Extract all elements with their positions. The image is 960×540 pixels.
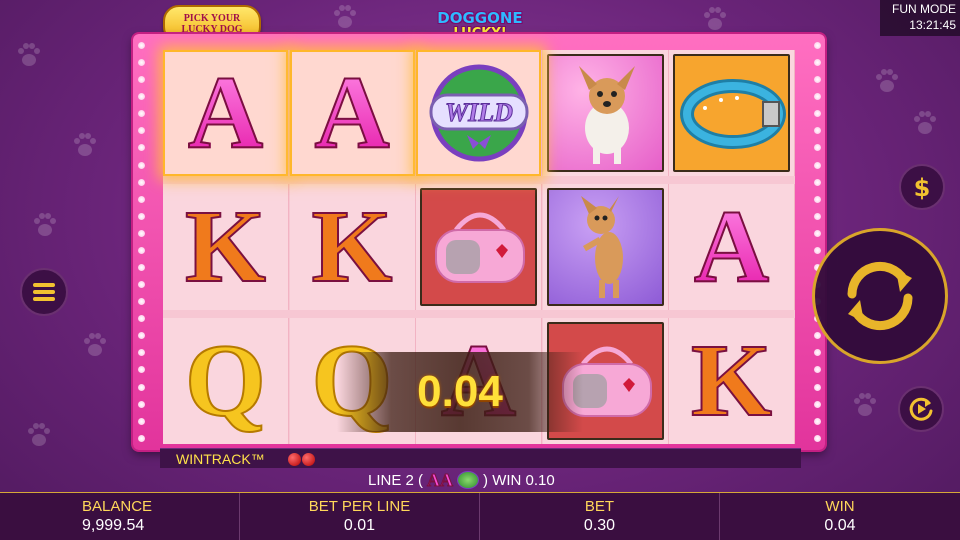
reel-cell: Q xyxy=(163,318,289,444)
game-logo-line1: DOGGONE xyxy=(437,9,523,27)
reel-cell xyxy=(542,184,669,310)
reel-cell: A xyxy=(669,184,795,310)
bet-per-line-label: BET PER LINE xyxy=(308,498,411,515)
paw-icon xyxy=(30,210,60,240)
win-stat: WIN 0.04 xyxy=(720,493,960,540)
balance-stat: BALANCE 9,999.54 xyxy=(0,493,240,540)
reel-cell: A xyxy=(163,50,289,176)
bottom-stats-bar: BALANCE 9,999.54 BET PER LINE 0.01 BET 0… xyxy=(0,492,960,540)
autoplay-button[interactable] xyxy=(898,386,944,432)
mini-wild-icon xyxy=(457,471,480,489)
fun-mode-label: FUN MODE xyxy=(892,2,956,16)
paw-icon xyxy=(850,390,880,420)
wintrack-label: WINTRACK™ xyxy=(176,451,265,467)
reel-cell: A xyxy=(289,50,416,176)
wintrack-bar: WINTRACK™ xyxy=(160,448,801,468)
symbol-q: Q xyxy=(184,323,267,438)
bet-per-line-stat[interactable]: BET PER LINE 0.01 xyxy=(240,493,480,540)
frame-lights-left xyxy=(135,42,147,442)
line-info-prefix: LINE 2 ( xyxy=(368,471,424,489)
symbol-a: A xyxy=(313,55,390,170)
symbol-k: K xyxy=(184,189,267,304)
balance-value: 9,999.54 xyxy=(82,517,145,534)
symbol-k: K xyxy=(690,323,773,438)
reel-cell: K xyxy=(669,318,795,444)
win-value: 0.04 xyxy=(824,517,856,534)
dog-collar-icon xyxy=(673,54,790,172)
menu-icon xyxy=(33,283,55,301)
autoplay-icon xyxy=(909,397,933,421)
paw-icon xyxy=(910,108,940,138)
pick-logo-line1: PICK YOUR xyxy=(183,13,241,24)
cherries-icon xyxy=(288,453,320,466)
win-label: WIN xyxy=(825,498,855,515)
reel-cell: K xyxy=(163,184,289,310)
symbol-a: A xyxy=(187,55,264,170)
balance-label: BALANCE xyxy=(82,498,153,515)
bet-value: 0.30 xyxy=(583,517,616,534)
reel-cell xyxy=(416,184,542,310)
spin-arrows-icon xyxy=(847,261,913,331)
wild-icon: WILD xyxy=(416,50,541,176)
chihuahua-standing-icon xyxy=(546,54,664,172)
bet-stat[interactable]: BET 0.30 xyxy=(480,493,720,540)
paw-icon xyxy=(24,420,54,450)
paw-icon xyxy=(330,2,360,32)
paw-icon xyxy=(80,330,110,360)
paw-icon xyxy=(70,130,100,160)
bet-settings-button[interactable]: $ xyxy=(899,164,945,210)
frame-lights-right xyxy=(811,42,823,442)
mode-clock-box: FUN MODE 13:21:45 xyxy=(880,0,960,36)
wild-label: WILD xyxy=(445,98,513,127)
paw-icon xyxy=(872,66,902,96)
clock: 13:21:45 xyxy=(909,18,956,32)
reel-cell: K xyxy=(289,184,416,310)
bet-per-line-value: 0.01 xyxy=(343,517,376,534)
reel-cell xyxy=(542,50,669,176)
paw-icon xyxy=(700,4,730,34)
chihuahua-dancing-icon xyxy=(546,188,664,306)
symbol-a: A xyxy=(693,189,770,304)
menu-button[interactable] xyxy=(20,268,68,316)
reel-cell: WILD xyxy=(416,50,542,176)
line-win-info: LINE 2 ( AA ) WIN 0.10 xyxy=(368,469,600,491)
bet-label: BET xyxy=(584,498,615,515)
line-info-symbols: AA xyxy=(427,469,454,490)
line-info-suffix: ) WIN 0.10 xyxy=(483,471,555,489)
reel-cell xyxy=(669,50,795,176)
paw-icon xyxy=(14,40,44,70)
win-amount-popup: 0.04 xyxy=(337,352,583,432)
spin-button[interactable] xyxy=(812,228,948,364)
pink-carrier-bag-icon xyxy=(420,188,537,306)
dollar-icon: $ xyxy=(914,174,931,202)
svg-text:$: $ xyxy=(914,174,931,202)
symbol-k: K xyxy=(311,189,394,304)
